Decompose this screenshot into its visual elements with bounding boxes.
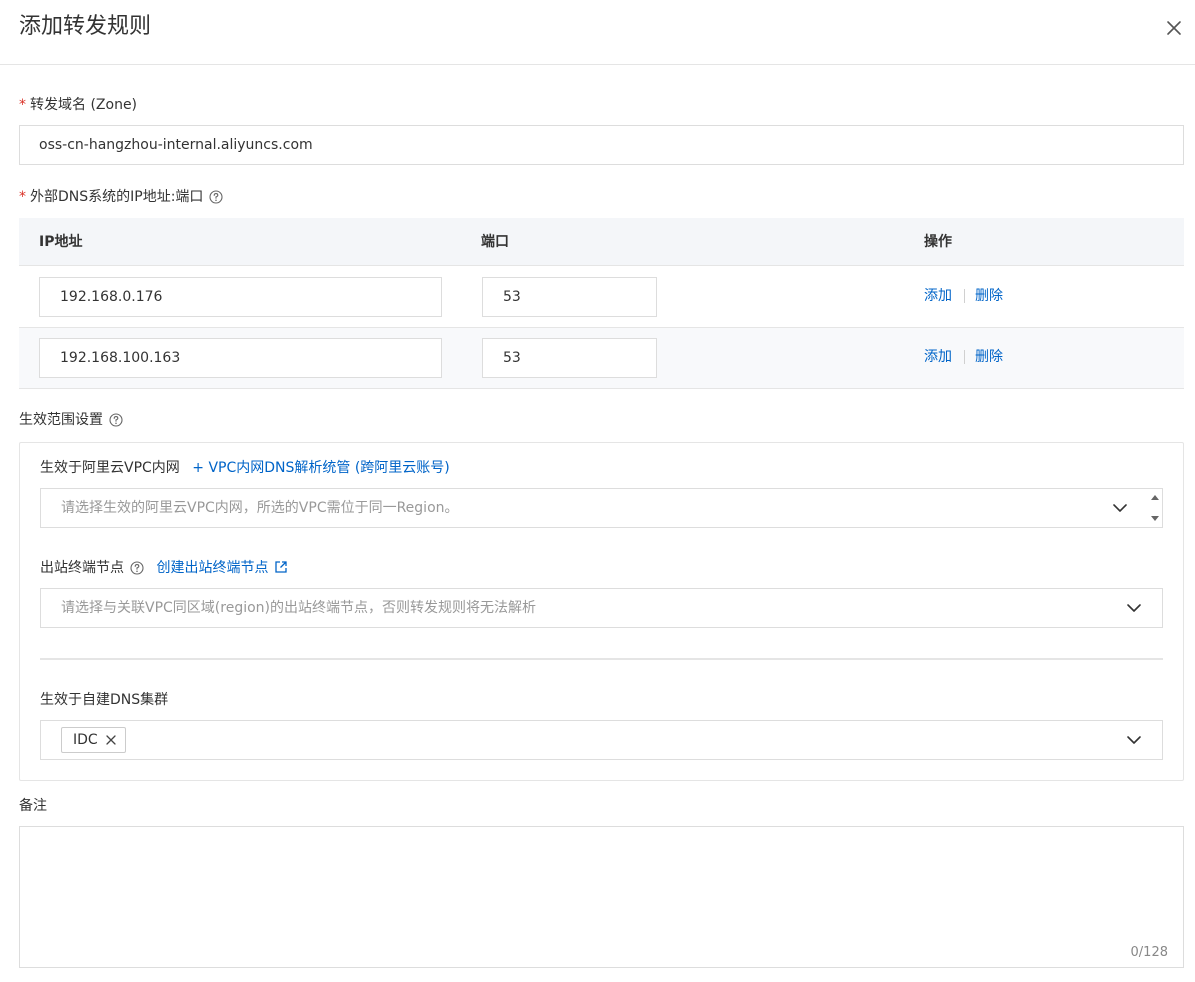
ip-input[interactable]: 192.168.0.176 xyxy=(39,277,442,317)
create-outbound-endpoint-link[interactable]: 创建出站终端节点 xyxy=(156,560,288,576)
vpc-label-text: 生效于阿里云VPC内网 xyxy=(40,460,180,476)
chevron-down-icon[interactable] xyxy=(1126,735,1142,745)
action-divider xyxy=(964,289,965,303)
delete-row-button[interactable]: 删除 xyxy=(975,286,1003,306)
column-port: 端口 xyxy=(481,234,509,250)
outbound-label-text: 出站终端节点 xyxy=(40,560,124,576)
vpc-dns-management-link[interactable]: + VPC内网DNS解析统管 (跨阿里云账号) xyxy=(192,460,450,476)
selected-tag: IDC xyxy=(61,727,126,753)
outbound-endpoint-select[interactable]: 请选择与关联VPC同区域(region)的出站终端节点，否则转发规则将无法解析 xyxy=(40,588,1163,628)
port-input[interactable]: 53 xyxy=(482,338,657,378)
help-circle-icon[interactable] xyxy=(130,561,144,575)
zone-input[interactable]: oss-cn-hangzhou-internal.aliyuncs.com xyxy=(19,125,1184,165)
scope-label-text: 生效范围设置 xyxy=(19,412,103,428)
vpc-label: 生效于阿里云VPC内网 + VPC内网DNS解析统管 (跨阿里云账号) xyxy=(40,458,450,478)
section-divider xyxy=(40,658,1163,660)
chevron-down-icon[interactable] xyxy=(1126,603,1142,613)
column-ip: IP地址 xyxy=(39,234,83,250)
dns-table-header: IP地址 端口 操作 xyxy=(19,218,1184,266)
close-icon[interactable] xyxy=(1163,17,1185,39)
zone-label-text: 转发域名 (Zone) xyxy=(30,97,138,113)
tag-label: IDC xyxy=(73,732,98,748)
ip-input[interactable]: 192.168.100.163 xyxy=(39,338,442,378)
dns-label: * 外部DNS系统的IP地址:端口 xyxy=(19,187,223,207)
dns-label-text: 外部DNS系统的IP地址:端口 xyxy=(30,189,204,205)
vpc-select[interactable]: 请选择生效的阿里云VPC内网，所选的VPC需位于同一Region。 xyxy=(40,488,1163,528)
required-mark: * xyxy=(19,189,26,205)
action-divider xyxy=(964,350,965,364)
close-icon[interactable] xyxy=(106,735,116,745)
up-down-arrows-icon[interactable] xyxy=(1148,492,1162,524)
add-row-button[interactable]: 添加 xyxy=(924,347,952,367)
cluster-label: 生效于自建DNS集群 xyxy=(40,692,169,708)
table-row: 192.168.100.163 53 添加 删除 xyxy=(19,328,1184,389)
vpc-link-text: VPC内网DNS解析统管 (跨阿里云账号) xyxy=(208,460,450,476)
delete-row-button[interactable]: 删除 xyxy=(975,347,1003,367)
outbound-link-text: 创建出站终端节点 xyxy=(156,560,269,576)
remark-textarea[interactable]: 0/128 xyxy=(19,826,1184,968)
external-link-icon xyxy=(275,561,288,573)
help-circle-icon[interactable] xyxy=(109,413,123,427)
dialog-header: 添加转发规则 xyxy=(0,0,1195,65)
column-action: 操作 xyxy=(924,234,952,250)
required-mark: * xyxy=(19,97,26,113)
port-input[interactable]: 53 xyxy=(482,277,657,317)
remark-label: 备注 xyxy=(19,798,47,814)
plus-icon: + xyxy=(192,460,204,476)
table-row: 192.168.0.176 53 添加 删除 xyxy=(19,267,1184,328)
dns-cluster-select[interactable] xyxy=(40,720,1163,760)
chevron-down-icon[interactable] xyxy=(1112,503,1128,513)
dialog-title: 添加转发规则 xyxy=(19,14,152,39)
zone-label: * 转发域名 (Zone) xyxy=(19,95,137,115)
char-counter: 0/128 xyxy=(1130,945,1168,960)
add-row-button[interactable]: 添加 xyxy=(924,286,952,306)
scope-label: 生效范围设置 xyxy=(19,410,123,430)
outbound-label: 出站终端节点 创建出站终端节点 xyxy=(40,558,288,578)
help-circle-icon[interactable] xyxy=(209,190,223,204)
